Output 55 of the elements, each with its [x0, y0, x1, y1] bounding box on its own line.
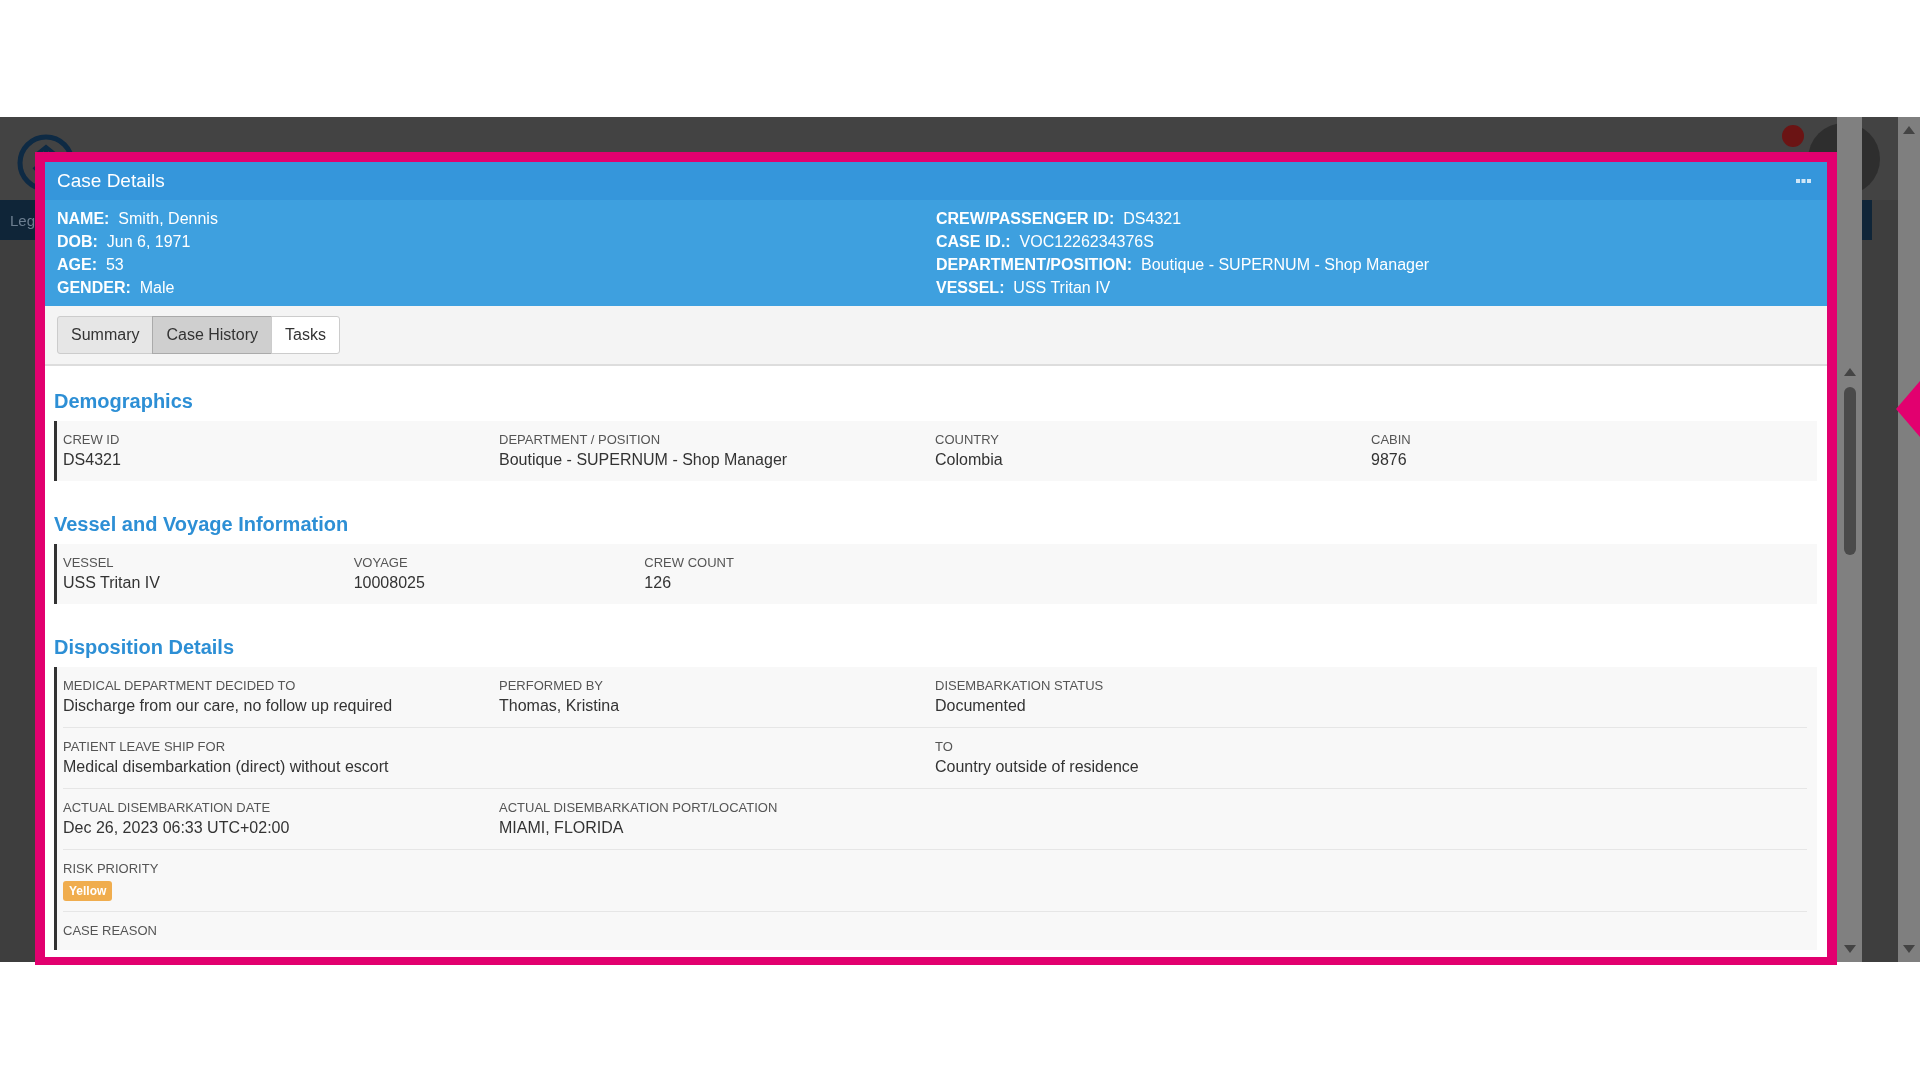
field-label: RISK PRIORITY	[63, 860, 160, 878]
field-label: CASE REASON	[63, 922, 158, 940]
summary-field: GENDER: Male	[57, 276, 936, 299]
field-label: DISEMBARKATION STATUS	[935, 677, 1105, 695]
section-title: Vessel and Voyage Information	[54, 513, 350, 536]
scroll-up-icon[interactable]	[1902, 125, 1916, 135]
field-label: CABIN	[1371, 431, 1412, 449]
tab[interactable]: Tasks	[271, 316, 340, 354]
field-label: MEDICAL DEPARTMENT DECIDED TO	[63, 677, 297, 695]
field-value: MIAMI, FLORIDA	[499, 818, 625, 838]
scroll-up-icon[interactable]	[1842, 367, 1857, 377]
field-value: 126	[644, 573, 673, 593]
field-label: VESSEL	[63, 554, 115, 572]
scroll-down-icon[interactable]	[1902, 944, 1916, 954]
field-label: ACTUAL DISEMBARKATION DATE	[63, 799, 272, 817]
field-value: Dec 26, 2023 06:33 UTC+02:00	[63, 818, 291, 838]
field-value: Thomas, Kristina	[499, 696, 621, 716]
field-label: CREW ID	[63, 431, 121, 449]
tab[interactable]: Case History	[152, 316, 273, 354]
section-title: Disposition Details	[54, 636, 236, 659]
field-value: Discharge from our care, no follow up required	[63, 696, 394, 716]
summary-field: CREW/PASSENGER ID: DS4321	[936, 207, 1815, 230]
field-value: 9876	[1371, 450, 1408, 470]
field-value: Colombia	[935, 450, 1004, 470]
field-label: CREW COUNT	[644, 554, 735, 572]
field-value: Medical disembarkation (direct) without escort	[63, 757, 390, 777]
priority-badge: Yellow	[63, 881, 113, 901]
tab[interactable]: Summary	[57, 316, 154, 354]
notification-badge[interactable]	[1782, 125, 1804, 147]
field-label: VOYAGE	[353, 554, 409, 572]
summary-field: DOB: Jun 6, 1971	[57, 230, 936, 253]
field-value: 10008025	[353, 573, 426, 593]
summary-field: NAME: Smith, Dennis	[57, 207, 936, 230]
field-value: Country outside of residence	[935, 757, 1140, 777]
summary-field: DEPARTMENT/POSITION: Boutique - SUPERNUM - Shop Manager	[936, 253, 1815, 276]
field-value: Documented	[935, 696, 1027, 716]
summary-field: CASE ID.: VOC1226234376S	[936, 230, 1815, 253]
field-label: PATIENT LEAVE SHIP FOR	[63, 738, 227, 756]
field-value: DS4321	[63, 450, 122, 470]
field-value: USS Tritan IV	[63, 573, 161, 593]
field-label: PERFORMED BY	[499, 677, 604, 695]
summary-field: AGE: 53	[57, 253, 936, 276]
more-icon[interactable]	[1796, 178, 1811, 184]
summary-field: VESSEL: USS Tritan IV	[936, 276, 1815, 299]
field-label: TO	[935, 738, 954, 756]
scroll-down-icon[interactable]	[1842, 944, 1857, 954]
pointer-icon	[1894, 381, 1920, 437]
field-label: COUNTRY	[935, 431, 1001, 449]
dialog-title: Case Details	[57, 170, 165, 192]
section-title: Demographics	[54, 390, 194, 413]
nav-item[interactable]: Leg	[10, 211, 36, 229]
scroll-thumb[interactable]	[1843, 387, 1856, 555]
field-label: DEPARTMENT / POSITION	[499, 431, 662, 449]
field-value: Boutique - SUPERNUM - Shop Manager	[499, 450, 789, 470]
field-label: ACTUAL DISEMBARKATION PORT/LOCATION	[499, 799, 779, 817]
